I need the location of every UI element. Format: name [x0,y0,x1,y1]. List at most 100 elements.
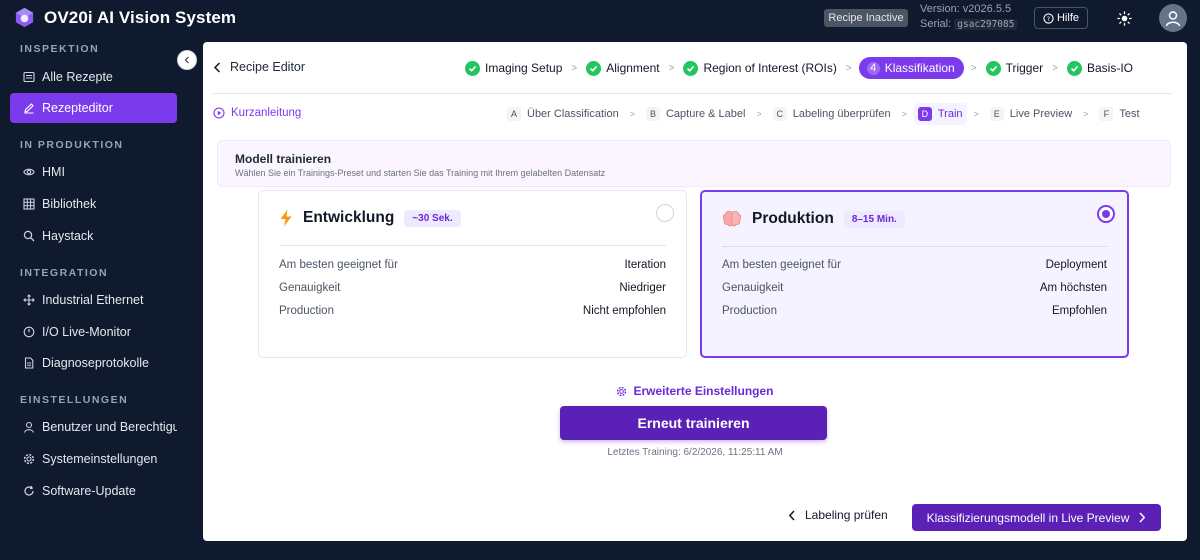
sidebar: INSPEKTION Alle Rezepte Rezepteditor IN … [0,36,188,560]
chevron-right-icon: > [1083,109,1089,119]
lightning-icon [280,209,292,227]
version-info: Version: v2026.5.5 Serial: gsac297085 [920,2,1018,32]
sidebar-item-industrial-ethernet[interactable]: Industrial Ethernet [10,285,177,315]
classification-substeps: A Über Classification > B Capture & Labe… [503,103,1144,125]
sidebar-item-hmi[interactable]: HMI [10,157,177,187]
refresh-icon [23,485,35,497]
help-label: Hilfe [1056,12,1079,24]
eye-icon [23,166,35,178]
grid-icon [23,198,35,210]
substep-test[interactable]: F Test [1095,103,1143,125]
pencil-icon [23,102,35,114]
preset-card-entwicklung[interactable]: Entwicklung ~30 Sek. Am besten geeignet … [258,190,687,358]
substep-label: Über Classification [527,108,619,120]
check-circle-icon [465,60,480,76]
divider [279,245,666,246]
list-icon [23,71,35,83]
preset-row: Genauigkeit Niedriger [279,282,666,294]
serial-label: Serial: [920,18,952,30]
back-label: Recipe Editor [230,60,306,74]
theme-toggle-button[interactable] [1113,7,1135,29]
user-avatar[interactable] [1159,4,1187,32]
step-label: Region of Interest (ROIs) [703,61,837,75]
io-icon [23,326,35,338]
step-basis-io[interactable]: Basis-IO [1065,57,1135,79]
step-imaging-setup[interactable]: Imaging Setup [463,57,564,79]
substep-capture-label[interactable]: B Capture & Label [642,103,750,125]
sidebar-collapse-button[interactable] [177,50,197,70]
last-training-timestamp: Letztes Training: 6/2/2026, 11:25:11 AM [607,447,783,458]
chevron-right-icon: > [668,62,675,74]
sidebar-item-diagnoseprotokolle[interactable]: Diagnoseprotokolle [10,348,177,378]
substep-label: Train [937,108,963,120]
sidebar-item-label: Haystack [42,229,94,243]
sun-icon [1116,10,1132,26]
divider [213,93,1172,94]
preset-row-value: Deployment [1045,259,1107,271]
step-region-of-interest[interactable]: Region of Interest (ROIs) [681,57,838,79]
step-label: Klassifikation [884,61,955,75]
preset-row-key: Am besten geeignet für [722,259,841,271]
substep-letter: E [989,107,1004,121]
chevron-right-icon: > [629,109,635,119]
chevron-right-icon: > [571,62,578,74]
substep-label: Labeling überprüfen [792,108,891,120]
substep-label: Capture & Label [665,108,746,120]
sidebar-item-bibliothek[interactable]: Bibliothek [10,189,177,219]
quick-guide-link[interactable]: Kurzanleitung [213,107,301,119]
sidebar-item-systemeinstellungen[interactable]: Systemeinstellungen [10,444,177,474]
sidebar-section-inspektion: INSPEKTION [20,43,100,55]
chevron-right-icon: > [845,62,852,74]
preset-row-key: Production [279,305,334,317]
sidebar-item-alle-rezepte[interactable]: Alle Rezepte [10,62,177,92]
help-button[interactable]: ? Hilfe [1034,7,1088,29]
live-preview-next-button[interactable]: Klassifizierungsmodell in Live Preview [912,504,1161,531]
sidebar-item-label: Rezepteditor [42,101,113,115]
preset-card-produktion[interactable]: Produktion 8–15 Min. Am besten geeignet … [700,190,1129,358]
substep-labeling-ueberpruefen[interactable]: C Labeling überprüfen [769,103,895,125]
chevron-right-icon: > [901,109,907,119]
substep-live-preview[interactable]: E Live Preview [986,103,1076,125]
preset-row-value: Am höchsten [1039,282,1107,294]
substep-ueber-classification[interactable]: A Über Classification [503,103,623,125]
labeling-pruefen-button[interactable]: Labeling prüfen [788,508,888,522]
step-label: Trigger [1005,61,1044,75]
advanced-settings-link[interactable]: Erweiterte Einstellungen [203,384,1187,398]
app-logo-icon [15,7,34,28]
sidebar-item-label: I/O Live-Monitor [42,325,131,339]
step-alignment[interactable]: Alignment [584,57,661,79]
preset-radio[interactable] [1097,205,1115,223]
preset-radio[interactable] [656,204,674,222]
sidebar-item-io-live-monitor[interactable]: I/O Live-Monitor [10,317,177,347]
train-model-subtitle: Wählen Sie ein Trainings-Preset und star… [235,168,606,178]
brain-icon [722,210,742,227]
sidebar-item-label: Alle Rezepte [42,70,113,84]
divider [722,246,1107,247]
svg-text:?: ? [1047,14,1050,22]
preset-row: Am besten geeignet für Deployment [722,259,1107,271]
back-to-recipe-editor[interactable]: Recipe Editor [213,60,305,74]
sidebar-item-haystack[interactable]: Haystack [10,221,177,251]
retrain-button[interactable]: Erneut trainieren [560,406,827,440]
step-number: 4 [866,61,880,75]
chevron-left-icon [184,56,189,64]
preset-row-key: Genauigkeit [722,282,784,294]
step-klassifikation[interactable]: 4 Klassifikation [858,57,964,79]
substep-letter: F [1099,107,1114,121]
gear-icon [23,453,35,465]
sidebar-item-rezepteditor[interactable]: Rezepteditor [10,93,177,123]
substep-train[interactable]: D Train [913,103,967,125]
sidebar-item-benutzer[interactable]: Benutzer und Berechtigungen [10,412,177,442]
step-trigger[interactable]: Trigger [984,57,1046,79]
chevron-right-icon: > [973,109,979,119]
app-title: OV20i AI Vision System [44,8,237,27]
preset-row-value: Nicht empfohlen [582,305,666,317]
sidebar-item-software-update[interactable]: Software-Update [10,476,177,506]
search-icon [23,230,35,242]
chevron-left-icon [213,61,221,73]
train-model-title: Modell trainieren [235,152,332,166]
sidebar-item-label: HMI [42,165,65,179]
advanced-settings-label: Erweiterte Einstellungen [633,384,774,398]
check-circle-icon [985,60,1001,76]
recipe-stepper: Imaging Setup > Alignment > Region of In… [463,57,1135,79]
